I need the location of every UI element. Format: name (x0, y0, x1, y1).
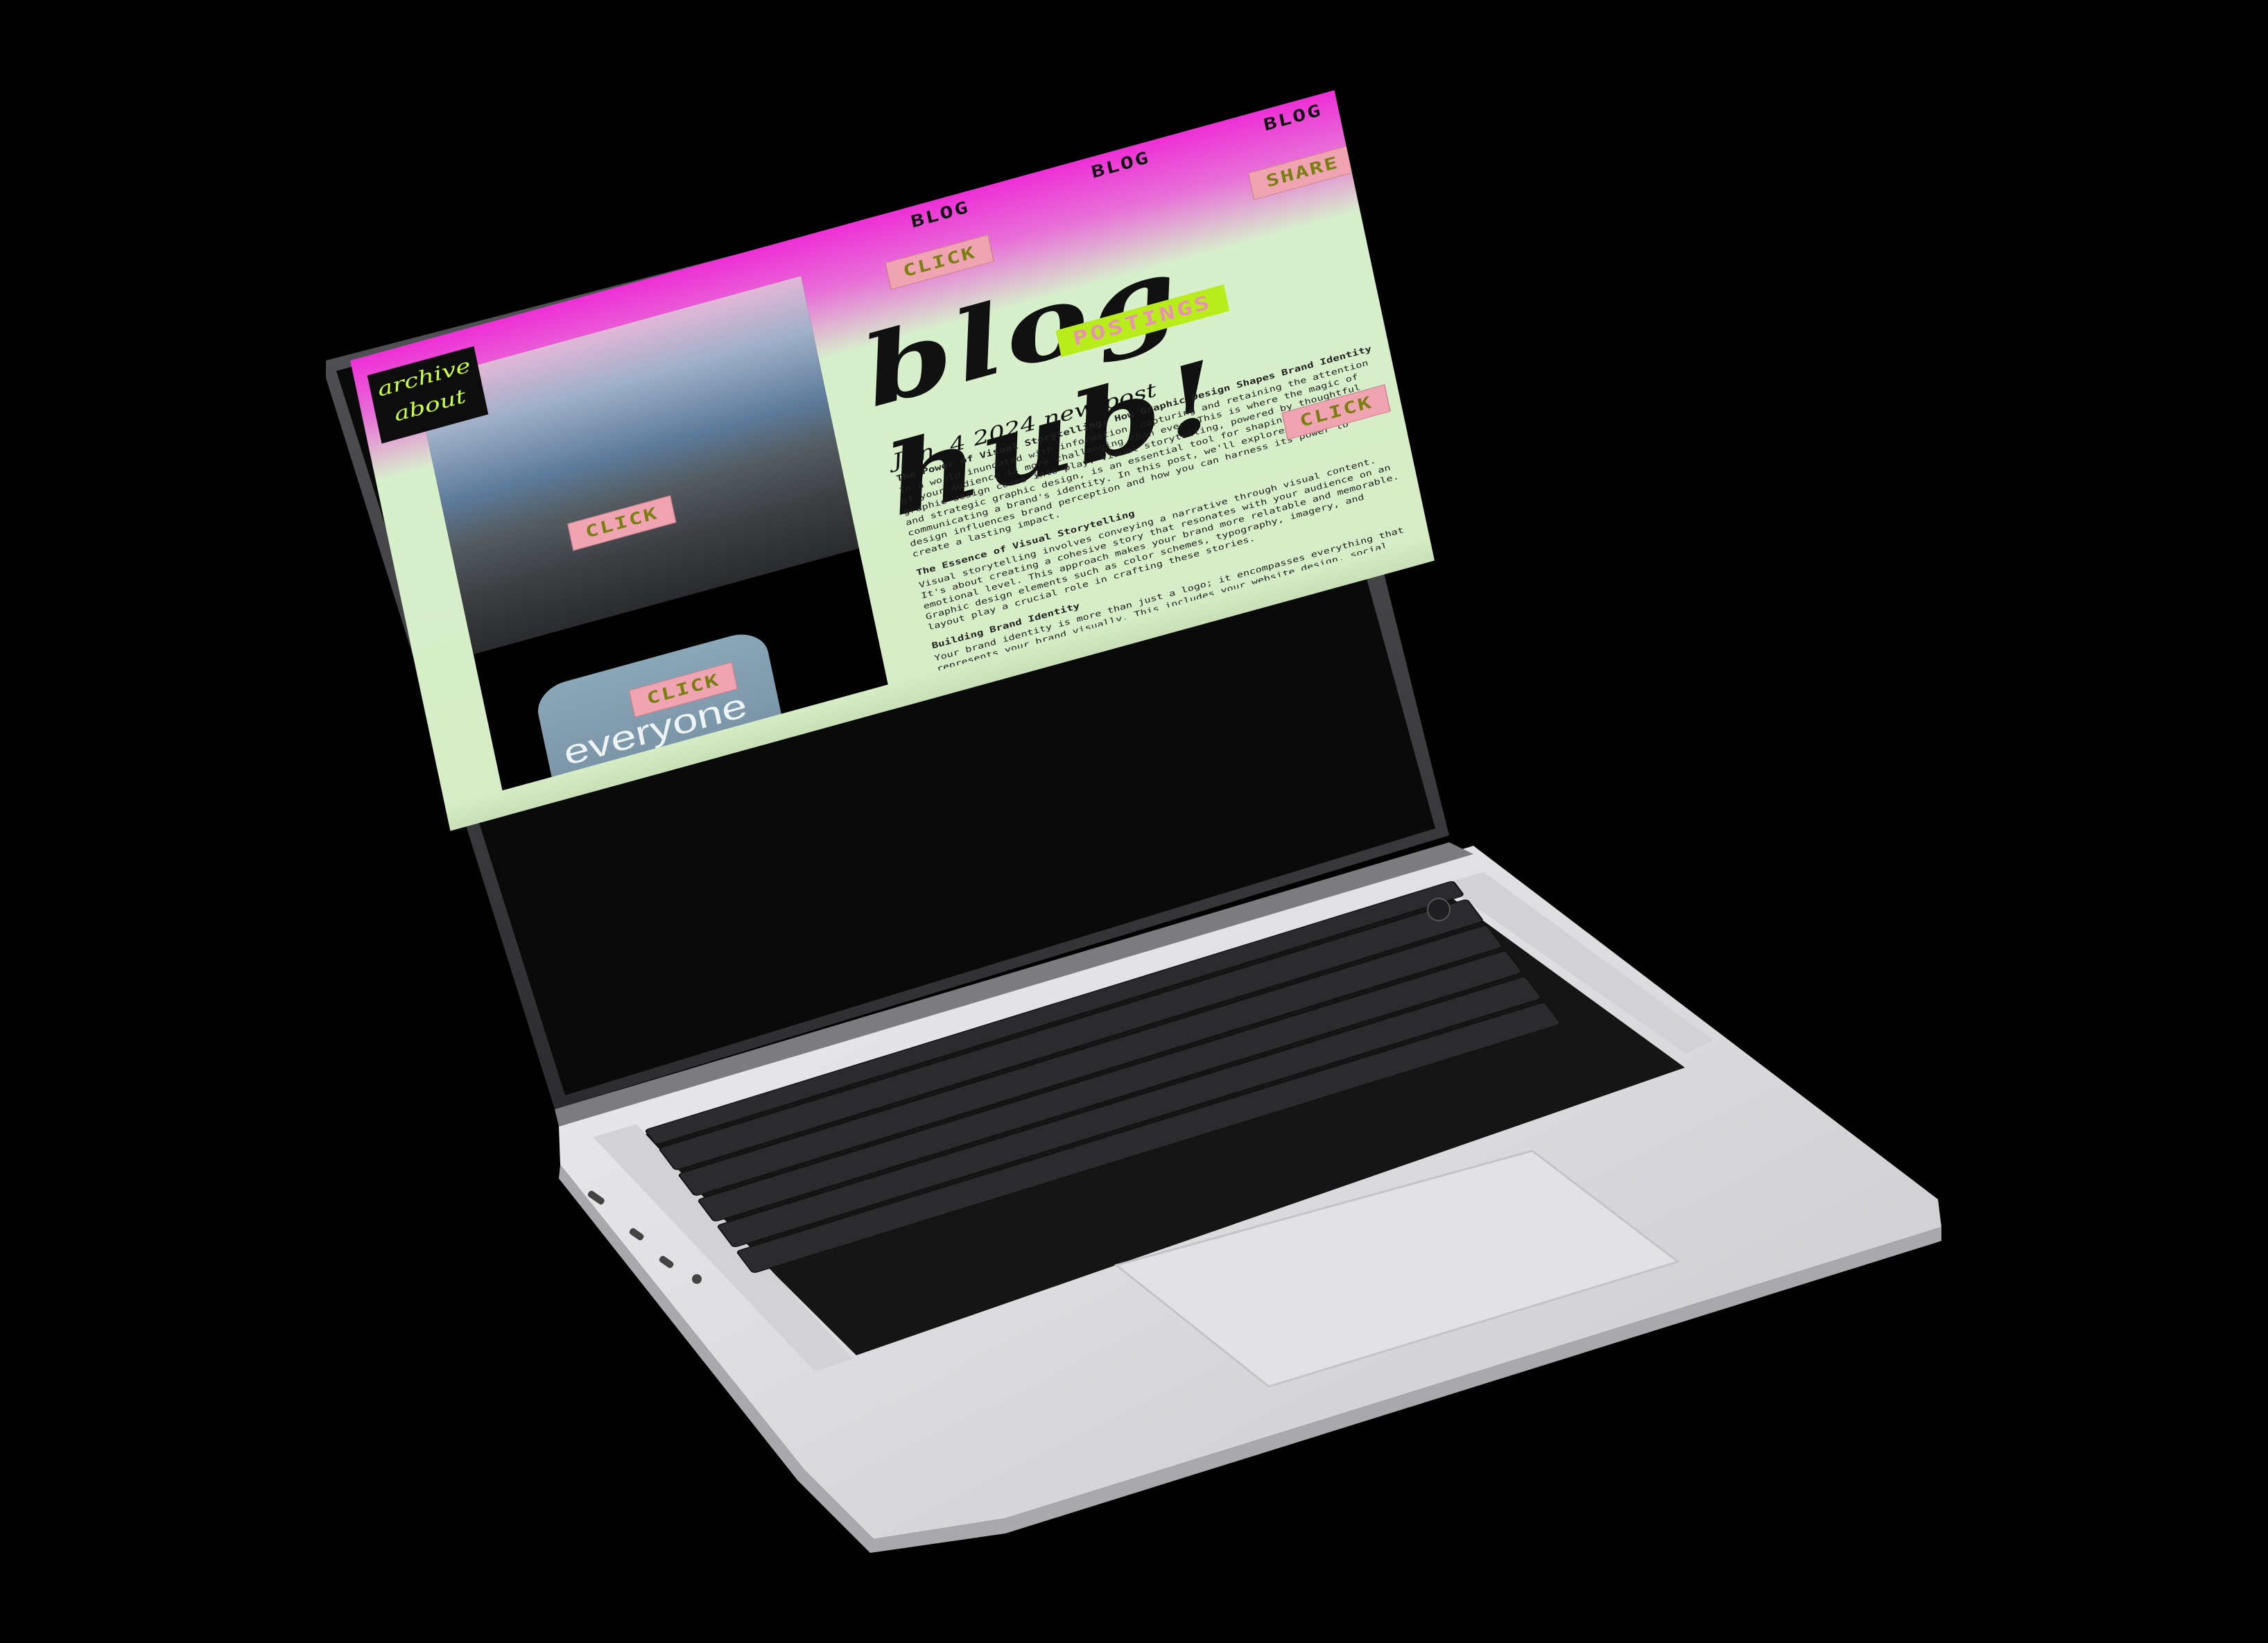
power-touch-id[interactable] (1427, 898, 1451, 921)
scene: everyone needs a CLICK CLICK archive abo… (0, 0, 2268, 1643)
headphone-jack (692, 1274, 702, 1284)
click-button[interactable]: CLICK (885, 234, 995, 290)
